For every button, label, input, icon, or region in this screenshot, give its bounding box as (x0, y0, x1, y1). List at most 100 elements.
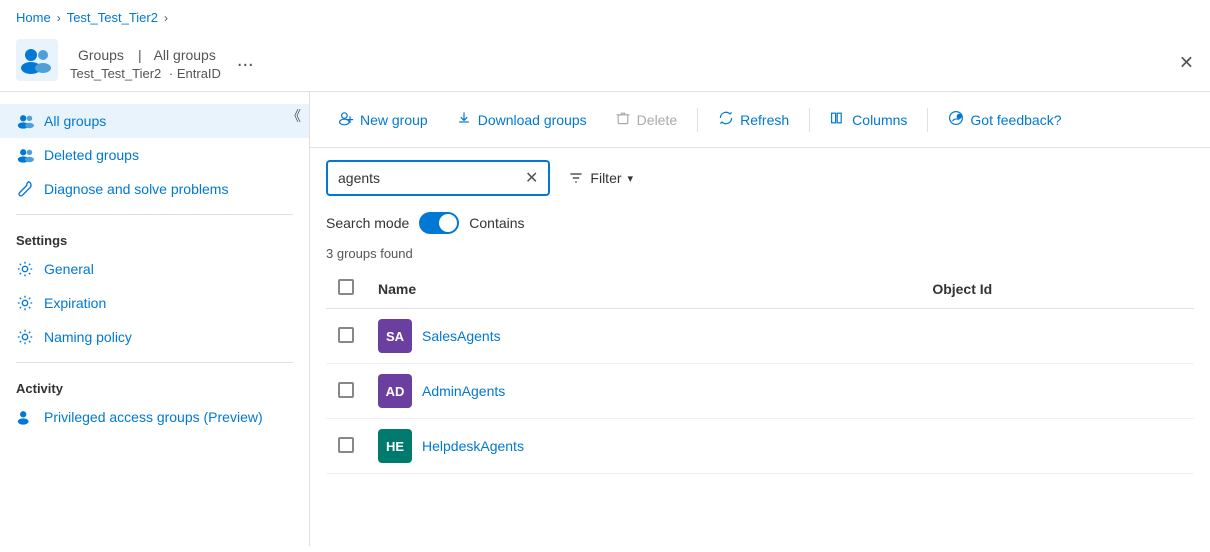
toggle-circle (439, 214, 457, 232)
row-checkbox-cell (326, 309, 366, 364)
header-ellipsis-button[interactable]: ... (237, 49, 254, 72)
toolbar-separator-1 (697, 108, 698, 132)
table-row: HE HelpdeskAgents (326, 419, 1194, 474)
table-row: AD AdminAgents (326, 364, 1194, 419)
sidebar-item-diagnose[interactable]: Diagnose and solve problems (0, 172, 309, 206)
title-subtitle: All groups (154, 47, 216, 63)
users-icon (16, 112, 34, 130)
table-container: Name Object Id SA SalesAgents (310, 269, 1210, 474)
breadcrumb: Home › Test_Test_Tier2 › (0, 0, 1210, 35)
delete-label: Delete (637, 112, 677, 128)
delete-icon (615, 110, 631, 129)
new-group-icon (338, 110, 354, 129)
sidebar-item-all-groups[interactable]: All groups (0, 104, 309, 138)
sidebar-divider-1 (16, 214, 293, 215)
wrench-icon (16, 180, 34, 198)
group-avatar: HE (378, 429, 412, 463)
contains-label: Contains (469, 215, 524, 231)
toolbar-separator-3 (927, 108, 928, 132)
columns-icon (830, 110, 846, 129)
expiration-gear-icon (16, 294, 34, 312)
sidebar-label-deleted-groups: Deleted groups (44, 147, 139, 163)
row-objectid-cell (920, 364, 1194, 419)
breadcrumb-chevron-1: › (57, 11, 61, 25)
sidebar: 《 All groups Deleted groups Diagnose and… (0, 92, 310, 546)
sidebar-divider-2 (16, 362, 293, 363)
privileged-users-icon (16, 408, 34, 426)
group-avatar: SA (378, 319, 412, 353)
row-name-cell: SA SalesAgents (366, 309, 920, 364)
group-name-link[interactable]: AdminAgents (422, 383, 505, 399)
col-name-header: Name (366, 269, 920, 309)
naming-gear-icon (16, 328, 34, 346)
title-separator: | (138, 47, 146, 63)
sidebar-item-naming-policy[interactable]: Naming policy (0, 320, 309, 354)
select-all-checkbox[interactable] (338, 279, 354, 295)
group-name-link[interactable]: HelpdeskAgents (422, 438, 524, 454)
row-checkbox-cell (326, 364, 366, 419)
table-header-row: Name Object Id (326, 269, 1194, 309)
row-checkbox[interactable] (338, 327, 354, 343)
filter-chevron-icon: ▾ (628, 172, 634, 185)
search-area: ✕ Filter ▾ (310, 148, 1210, 208)
sidebar-item-privileged-access[interactable]: Privileged access groups (Preview) (0, 400, 309, 434)
sidebar-label-privileged-access: Privileged access groups (Preview) (44, 409, 263, 425)
group-name-cell: AD AdminAgents (378, 374, 908, 408)
columns-button[interactable]: Columns (818, 104, 919, 135)
group-name-link[interactable]: SalesAgents (422, 328, 501, 344)
row-checkbox[interactable] (338, 382, 354, 398)
feedback-button[interactable]: Got feedback? (936, 104, 1073, 135)
filter-label: Filter (590, 170, 621, 186)
row-objectid-cell (920, 309, 1194, 364)
sidebar-item-expiration[interactable]: Expiration (0, 286, 309, 320)
sidebar-collapse-button[interactable]: 《 (279, 102, 309, 130)
group-avatar: AD (378, 374, 412, 408)
feedback-label: Got feedback? (970, 112, 1061, 128)
breadcrumb-tier[interactable]: Test_Test_Tier2 (67, 10, 158, 25)
download-icon (456, 110, 472, 129)
deleted-users-icon (16, 146, 34, 164)
sidebar-label-all-groups: All groups (44, 113, 106, 129)
sidebar-label-expiration: Expiration (44, 295, 106, 311)
download-groups-label: Download groups (478, 112, 587, 128)
col-objectid-header: Object Id (920, 269, 1194, 309)
general-gear-icon (16, 260, 34, 278)
delete-button[interactable]: Delete (603, 104, 689, 135)
row-checkbox[interactable] (338, 437, 354, 453)
results-count: 3 groups found (310, 242, 1210, 269)
table-row: SA SalesAgents (326, 309, 1194, 364)
refresh-button[interactable]: Refresh (706, 104, 801, 135)
settings-section-title: Settings (0, 223, 309, 252)
search-clear-button[interactable]: ✕ (525, 168, 538, 188)
col-checkbox (326, 269, 366, 309)
columns-label: Columns (852, 112, 907, 128)
search-mode-label: Search mode (326, 215, 409, 231)
tenant-name: Test_Test_Tier2 (70, 66, 161, 81)
header-icon (16, 39, 58, 81)
toolbar-separator-2 (809, 108, 810, 132)
sidebar-label-diagnose: Diagnose and solve problems (44, 181, 228, 197)
close-button[interactable]: ✕ (1179, 53, 1194, 74)
search-input[interactable] (338, 170, 519, 186)
search-mode-row: Search mode Contains (310, 208, 1210, 242)
row-checkbox-cell (326, 419, 366, 474)
feedback-icon (948, 110, 964, 129)
row-objectid-cell (920, 419, 1194, 474)
sidebar-item-general[interactable]: General (0, 252, 309, 286)
new-group-label: New group (360, 112, 428, 128)
sidebar-item-deleted-groups[interactable]: Deleted groups (0, 138, 309, 172)
download-groups-button[interactable]: Download groups (444, 104, 599, 135)
groups-table: Name Object Id SA SalesAgents (326, 269, 1194, 474)
main-content: New group Download groups Delete Ref (310, 92, 1210, 546)
breadcrumb-chevron-2: › (164, 11, 168, 25)
refresh-label: Refresh (740, 112, 789, 128)
sidebar-label-naming-policy: Naming policy (44, 329, 132, 345)
breadcrumb-home[interactable]: Home (16, 10, 51, 25)
activity-section-title: Activity (0, 371, 309, 400)
search-mode-toggle[interactable] (419, 212, 459, 234)
filter-button[interactable]: Filter ▾ (558, 164, 643, 192)
row-name-cell: HE HelpdeskAgents (366, 419, 920, 474)
page-title: Groups | All groups (70, 40, 221, 66)
header-subtitle: Test_Test_Tier2 · EntraID (70, 66, 221, 81)
new-group-button[interactable]: New group (326, 104, 440, 135)
